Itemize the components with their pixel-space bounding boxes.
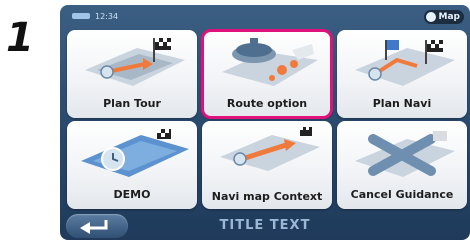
plan-tour-button[interactable]: Plan Tour [67,30,197,118]
signal-icon [72,13,90,19]
navi-map-context-label: Navi map Context [211,190,323,203]
navi-map-context-button[interactable]: Navi map Context [202,121,332,209]
cancel-guidance-icon [355,131,455,177]
plan-tour-icon [85,38,185,86]
selection-highlight [201,29,333,119]
clock: 12:34 [95,12,119,21]
plan-navi-button[interactable]: Plan Navi [337,30,467,118]
bottom-bar: TITLE TEXT [60,210,470,240]
demo-icon [81,129,189,177]
plan-tour-label: Plan Tour [103,97,161,110]
map-button[interactable]: Map [423,10,464,24]
cancel-guidance-button[interactable]: Cancel Guidance [337,121,467,209]
plan-navi-icon [355,40,455,86]
map-button-label: Map [438,12,460,22]
navi-map-context-icon [220,127,320,171]
step-number: 1 [6,15,34,61]
demo-label: DEMO [113,188,151,201]
status-bar: 12:34 Map [60,5,470,29]
demo-button[interactable]: DEMO [67,121,197,209]
screen-title: TITLE TEXT [219,218,311,233]
plan-navi-label: Plan Navi [372,97,432,110]
map-dot-icon [425,12,436,22]
navigation-screen: 12:34 Map Plan Tour Route option Plan Na… [60,5,470,240]
cancel-guidance-label: Cancel Guidance [350,188,454,201]
